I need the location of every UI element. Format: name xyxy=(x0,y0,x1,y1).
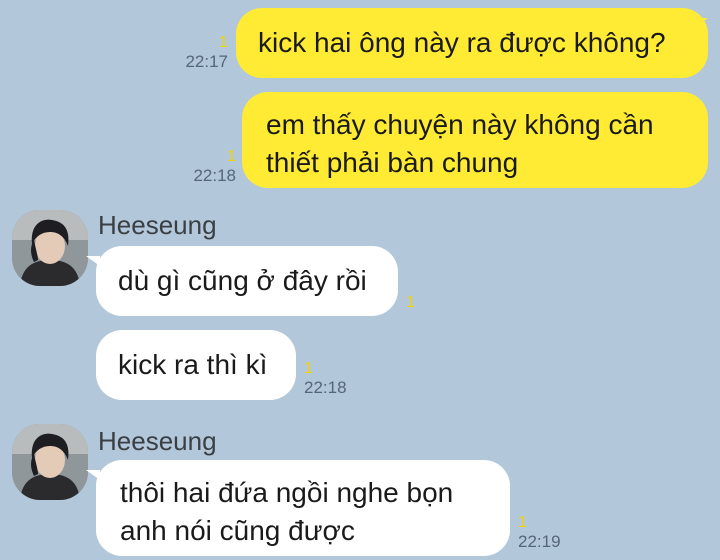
sender-avatar[interactable] xyxy=(12,424,88,500)
sender-name: Heeseung xyxy=(98,426,217,456)
message-time: 22:19 xyxy=(518,532,561,551)
chat-area[interactable]: 1 22:17 kick hai ông này ra được không? … xyxy=(0,0,720,560)
bubble-tail xyxy=(694,18,708,28)
message-text-line: anh nói cũng được xyxy=(120,515,355,546)
message-text-line: thôi hai đứa ngồi nghe bọn xyxy=(120,477,454,508)
unread-count: 1 xyxy=(518,514,527,531)
message-meta: 1 22:19 xyxy=(518,514,588,552)
message-text: kick ra thì kì xyxy=(118,349,268,380)
profile-photo-icon xyxy=(12,424,88,500)
message-time: 22:17 xyxy=(185,52,228,71)
message-time: 22:18 xyxy=(304,378,347,397)
message-meta: 1 22:18 xyxy=(304,360,374,398)
outgoing-message-bubble[interactable]: kick hai ông này ra được không? xyxy=(236,8,708,78)
message-meta: 1 22:17 xyxy=(158,34,228,72)
unread-count: 1 xyxy=(406,294,415,311)
bubble-tail xyxy=(86,470,100,480)
message-text: kick hai ông này ra được không? xyxy=(258,27,666,58)
sender-name: Heeseung xyxy=(98,210,217,240)
incoming-message-bubble[interactable]: thôi hai đứa ngồi nghe bọn anh nói cũng … xyxy=(96,460,510,556)
profile-photo-icon xyxy=(12,210,88,286)
incoming-message-bubble[interactable]: kick ra thì kì xyxy=(96,330,296,400)
message-text-line: em thấy chuyện này không cần xyxy=(266,109,654,140)
message-meta: 1 22:18 xyxy=(166,148,236,186)
message-time: 22:18 xyxy=(193,166,236,185)
message-meta: 1 xyxy=(406,294,446,312)
unread-count: 1 xyxy=(219,34,228,51)
unread-count: 1 xyxy=(227,148,236,165)
incoming-message-bubble[interactable]: dù gì cũng ở đây rồi xyxy=(96,246,398,316)
unread-count: 1 xyxy=(304,360,313,377)
message-text: dù gì cũng ở đây rồi xyxy=(118,265,367,296)
sender-avatar[interactable] xyxy=(12,210,88,286)
outgoing-message-bubble[interactable]: em thấy chuyện này không cần thiết phải … xyxy=(242,92,708,188)
bubble-tail xyxy=(86,256,100,266)
message-text-line: thiết phải bàn chung xyxy=(266,147,519,178)
